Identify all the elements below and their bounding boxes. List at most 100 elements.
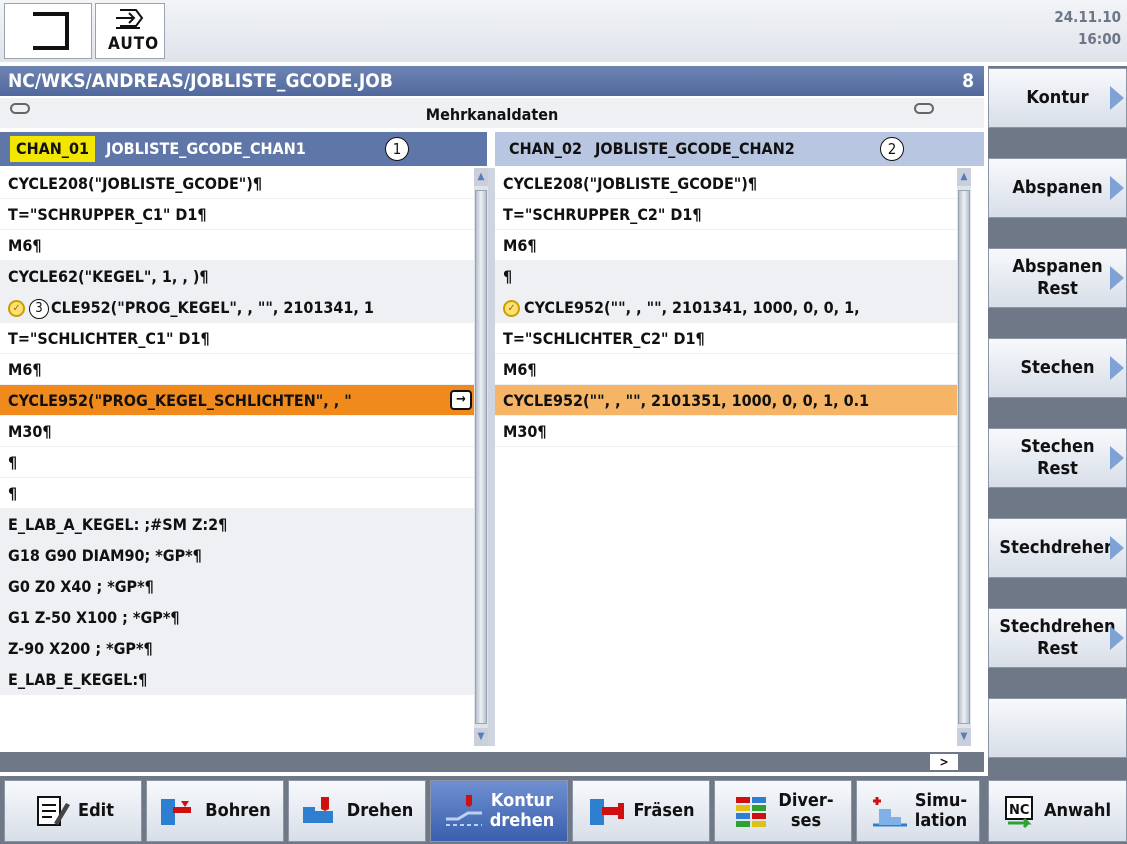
machine-area-icon (33, 12, 69, 50)
code-line[interactable]: E_LAB_E_KEGEL:¶ (0, 664, 474, 695)
code-line-text: CYCLE952("", , "", 2101341, 1000, 0, 0, … (524, 298, 860, 317)
softkey-fraesen[interactable]: Fräsen (572, 780, 710, 842)
code-line[interactable]: T="SCHLICHTER_C1" D1¶ (0, 323, 474, 354)
toggle-icon[interactable] (914, 103, 934, 114)
softkey-simulation[interactable]: Simu- lation (856, 780, 980, 842)
submenu-arrow-icon (1110, 356, 1124, 380)
miscellaneous-icon (732, 793, 772, 829)
app-window: AUTO 24.11.10 16:00 NC/WKS/ANDREAS/JOBLI… (0, 0, 1127, 844)
softkey-stechdrehen[interactable]: Stechdrehen (988, 518, 1127, 578)
code-line-cycle[interactable]: ✓ 3 CLE952("PROG_KEGEL", , "", 2101341, 1 (0, 292, 474, 323)
softkey-stechen-rest[interactable]: Stechen Rest (988, 428, 1127, 488)
scroll-thumb[interactable] (475, 190, 487, 724)
channel1-name: JOBLISTE_GCODE_CHAN1 (106, 139, 306, 158)
softkey-label: Stechdrehen Rest (999, 616, 1116, 659)
softkey-empty[interactable] (988, 698, 1127, 758)
code-line[interactable]: M6¶ (495, 230, 957, 261)
code-line[interactable]: E_LAB_A_KEGEL: ;#SM Z:2¶ (0, 509, 474, 540)
machine-area-button[interactable] (4, 3, 92, 59)
code-line[interactable]: T="SCHLICHTER_C2" D1¶ (495, 323, 957, 354)
code-line[interactable]: G0 Z0 X40 ; *GP*¶ (0, 571, 474, 602)
scroll-up-icon[interactable]: ▲ (957, 168, 971, 186)
code-line-cycle[interactable]: ✓ CYCLE952("", , "", 2101341, 1000, 0, 0,… (495, 292, 957, 323)
date-text: 24.11.10 (1054, 8, 1121, 26)
code-line[interactable]: CYCLE208("JOBLISTE_GCODE")¶ (495, 168, 957, 199)
toggle-icon[interactable] (10, 103, 30, 114)
code-line[interactable]: M30¶ (495, 416, 957, 447)
scroll-up-icon[interactable]: ▲ (474, 168, 488, 186)
submenu-arrow-icon (1110, 266, 1124, 290)
time-text: 16:00 (1078, 30, 1121, 48)
turning-icon (301, 793, 341, 829)
header-bar: AUTO 24.11.10 16:00 (0, 0, 1127, 62)
softkey-stechdrehen-rest[interactable]: Stechdrehen Rest (988, 608, 1127, 668)
simulation-icon (869, 793, 909, 829)
scroll-down-icon[interactable]: ▼ (474, 728, 488, 746)
status-bar (0, 752, 984, 772)
softkey-label: Bohren (205, 800, 271, 821)
softkey-abspanen[interactable]: Abspanen (988, 158, 1127, 218)
code-line[interactable]: ¶ (0, 447, 474, 478)
softkey-label: Kontur (1026, 87, 1089, 108)
softkey-diverses[interactable]: Diver- ses (714, 780, 852, 842)
program-count: 8 (962, 70, 974, 92)
channel1-code-pane[interactable]: CYCLE208("JOBLISTE_GCODE")¶ T="SCHRUPPER… (0, 168, 474, 746)
softkey-kontur-drehen[interactable]: Kontur drehen (430, 780, 568, 842)
softkey-kontur[interactable]: Kontur (988, 68, 1127, 128)
code-line[interactable]: CYCLE62("KEGEL", 1, , )¶ (0, 261, 474, 292)
code-line[interactable]: Z-90 X200 ; *GP*¶ (0, 633, 474, 664)
code-line-active[interactable]: CYCLE952("", , "", 2101351, 1000, 0, 0, … (495, 385, 957, 416)
horizontal-softkey-bar: Edit Bohren Drehen Kontur drehen Fräsen … (0, 776, 1127, 844)
milling-icon (588, 793, 628, 829)
program-path: NC/WKS/ANDREAS/JOBLISTE_GCODE.JOB (8, 70, 393, 92)
channel2-code-pane[interactable]: CYCLE208("JOBLISTE_GCODE")¶ T="SCHRUPPER… (495, 168, 957, 746)
multichannel-bar: Mehrkanaldaten (0, 98, 984, 128)
code-line[interactable]: M6¶ (0, 230, 474, 261)
softkey-label: Kontur drehen (489, 790, 555, 831)
softkey-label: Fräsen (633, 800, 695, 821)
code-line[interactable]: G1 Z-50 X100 ; *GP*¶ (0, 602, 474, 633)
program-path-bar: NC/WKS/ANDREAS/JOBLISTE_GCODE.JOB 8 (0, 66, 984, 96)
callout-marker-1: 1 (385, 137, 409, 161)
cycle-check-icon: ✓ (8, 300, 25, 317)
vertical-softkey-bar: Kontur Abspanen Abspanen Rest Stechen St… (988, 66, 1127, 776)
code-line[interactable]: M6¶ (0, 354, 474, 385)
channel2-scrollbar[interactable]: ▲ ▼ (957, 168, 971, 746)
submenu-arrow-icon (1110, 176, 1124, 200)
code-line[interactable]: T="SCHRUPPER_C1" D1¶ (0, 199, 474, 230)
softkey-label: Stechdrehen (999, 537, 1116, 558)
submenu-arrow-icon (1110, 536, 1124, 560)
softkey-stechen[interactable]: Stechen (988, 338, 1127, 398)
operating-mode-box: AUTO (95, 3, 165, 59)
nc-select-icon: NC (1004, 793, 1038, 829)
code-line[interactable]: M30¶ (0, 416, 474, 447)
channel2-header[interactable]: CHAN_02 JOBLISTE_GCODE_CHAN2 2 (495, 132, 984, 166)
drilling-icon (159, 793, 199, 829)
cycle-check-icon: ✓ (503, 300, 520, 317)
submenu-arrow-icon (1110, 626, 1124, 650)
softkey-label: Stechen Rest (1020, 436, 1095, 479)
code-line[interactable]: T="SCHRUPPER_C2" D1¶ (495, 199, 957, 230)
softkey-label: Anwahl (1043, 800, 1112, 821)
softkey-bohren[interactable]: Bohren (146, 780, 284, 842)
scroll-thumb[interactable] (958, 190, 970, 724)
code-line[interactable]: ¶ (495, 261, 957, 292)
softkey-anwahl[interactable]: NC Anwahl (988, 780, 1127, 842)
multichannel-title: Mehrkanaldaten (425, 105, 559, 124)
auto-mode-icon (116, 9, 144, 29)
pane-divider (488, 168, 495, 746)
code-line[interactable]: ¶ (0, 478, 474, 509)
scroll-down-icon[interactable]: ▼ (957, 728, 971, 746)
code-line[interactable]: CYCLE208("JOBLISTE_GCODE")¶ (0, 168, 474, 199)
contour-turning-icon (444, 793, 484, 829)
more-indicator[interactable]: > (930, 754, 958, 770)
softkey-label: Edit (78, 800, 114, 821)
code-line[interactable]: G18 G90 DIAM90; *GP*¶ (0, 540, 474, 571)
softkey-edit[interactable]: Edit (4, 780, 142, 842)
channel1-scrollbar[interactable]: ▲ ▼ (474, 168, 488, 746)
code-line-active[interactable]: CYCLE952("PROG_KEGEL_SCHLICHTEN", , " → (0, 385, 474, 416)
softkey-drehen[interactable]: Drehen (288, 780, 426, 842)
code-line[interactable]: M6¶ (495, 354, 957, 385)
softkey-abspanen-rest[interactable]: Abspanen Rest (988, 248, 1127, 308)
channel1-header[interactable]: CHAN_01 JOBLISTE_GCODE_CHAN1 1 (0, 132, 487, 166)
